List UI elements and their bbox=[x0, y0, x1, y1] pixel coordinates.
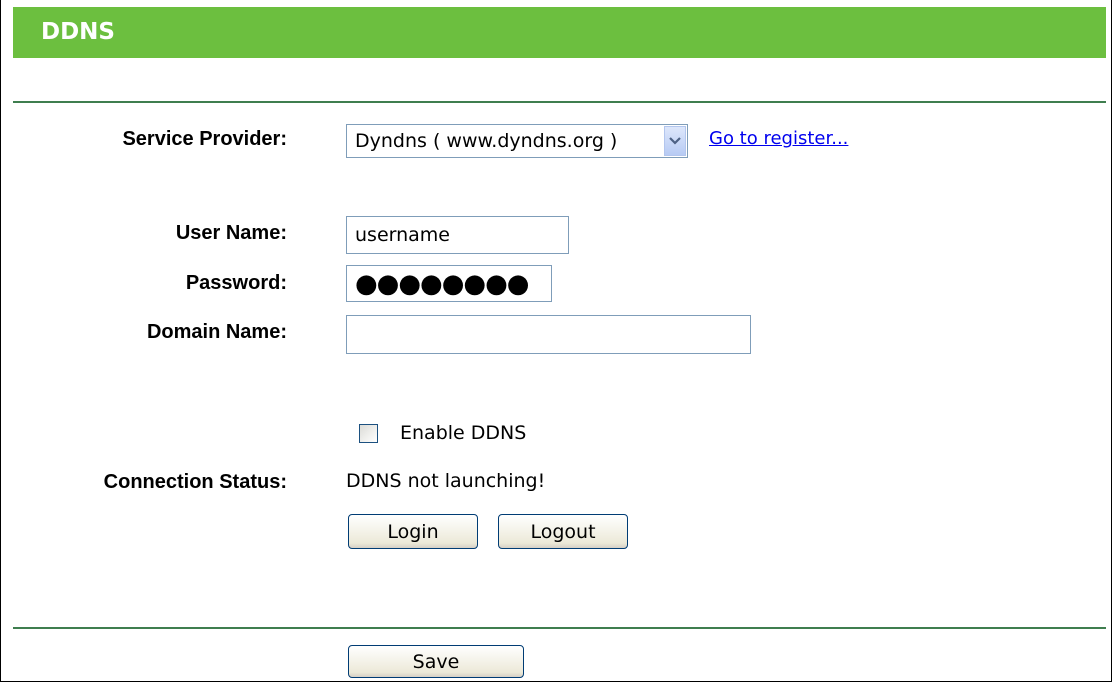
connection-status-value: DDNS not launching! bbox=[346, 470, 546, 492]
user-name-input[interactable]: username bbox=[346, 216, 569, 254]
enable-ddns-checkbox[interactable] bbox=[359, 424, 378, 443]
bottom-divider bbox=[13, 627, 1106, 629]
password-label: Password: bbox=[185, 272, 287, 294]
go-to-register-link[interactable]: Go to register... bbox=[709, 128, 848, 149]
login-button[interactable]: Login bbox=[348, 514, 478, 549]
user-name-label: User Name: bbox=[175, 222, 287, 244]
logout-button[interactable]: Logout bbox=[498, 514, 628, 549]
password-input[interactable]: ●●●●●●●● bbox=[346, 265, 552, 302]
domain-name-label: Domain Name: bbox=[146, 321, 287, 343]
domain-name-input[interactable] bbox=[346, 315, 751, 354]
top-divider bbox=[13, 101, 1106, 103]
connection-status-label: Connection Status: bbox=[103, 471, 287, 493]
ddns-panel: DDNS Service Provider: Dyndns ( www.dynd… bbox=[0, 0, 1112, 682]
save-button[interactable]: Save bbox=[348, 645, 524, 678]
dropdown-button[interactable] bbox=[664, 126, 686, 156]
title-bar: DDNS bbox=[13, 7, 1106, 58]
service-provider-label: Service Provider: bbox=[122, 128, 287, 150]
chevron-down-icon bbox=[669, 137, 681, 145]
page-title: DDNS bbox=[41, 19, 115, 45]
service-provider-select[interactable]: Dyndns ( www.dyndns.org ) bbox=[346, 124, 688, 158]
service-provider-value: Dyndns ( www.dyndns.org ) bbox=[355, 130, 618, 152]
enable-ddns-label: Enable DDNS bbox=[400, 422, 527, 444]
